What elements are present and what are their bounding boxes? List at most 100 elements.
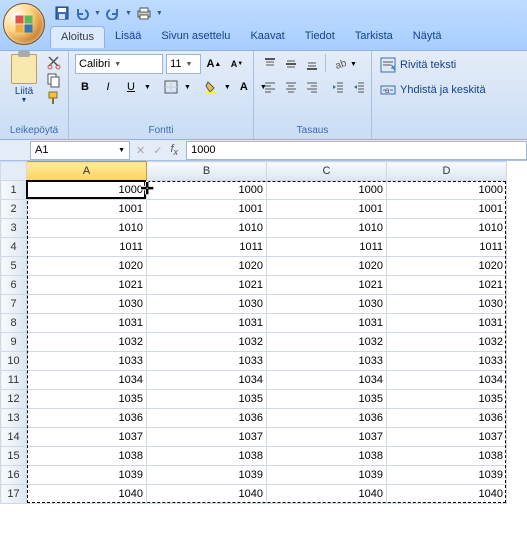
orientation-dropdown-icon[interactable]: ▼ bbox=[350, 61, 357, 68]
align-right-button[interactable] bbox=[302, 77, 322, 97]
cell-C15[interactable]: 1038 bbox=[267, 447, 387, 466]
column-header-D[interactable]: D bbox=[387, 162, 507, 181]
underline-dropdown-icon[interactable]: ▼ bbox=[144, 84, 151, 91]
cell-A1[interactable]: 1000 bbox=[27, 181, 147, 200]
grow-font-button[interactable]: A▲ bbox=[204, 54, 224, 74]
column-header-C[interactable]: C bbox=[267, 162, 387, 181]
cell-B15[interactable]: 1038 bbox=[147, 447, 267, 466]
cell-D4[interactable]: 1011 bbox=[387, 238, 507, 257]
cell-A16[interactable]: 1039 bbox=[27, 466, 147, 485]
font-name-combo[interactable]: Calibri▼ bbox=[75, 54, 163, 74]
column-header-B[interactable]: B bbox=[147, 162, 267, 181]
tab-lisaa[interactable]: Lisää bbox=[105, 26, 151, 48]
fx-button[interactable]: fx bbox=[170, 143, 178, 157]
save-icon[interactable] bbox=[54, 5, 70, 21]
cell-C8[interactable]: 1031 bbox=[267, 314, 387, 333]
cell-A10[interactable]: 1033 bbox=[27, 352, 147, 371]
cell-D5[interactable]: 1020 bbox=[387, 257, 507, 276]
cell-C16[interactable]: 1039 bbox=[267, 466, 387, 485]
paste-button[interactable]: Liitä ▼ bbox=[6, 54, 42, 124]
cell-B8[interactable]: 1031 bbox=[147, 314, 267, 333]
underline-button[interactable]: U bbox=[121, 77, 141, 97]
row-header-5[interactable]: 5 bbox=[1, 257, 27, 276]
fill-color-button[interactable] bbox=[201, 77, 221, 97]
cell-C10[interactable]: 1033 bbox=[267, 352, 387, 371]
shrink-font-button[interactable]: A▼ bbox=[227, 54, 247, 74]
decrease-indent-button[interactable] bbox=[328, 77, 348, 97]
cell-B6[interactable]: 1021 bbox=[147, 276, 267, 295]
cell-D1[interactable]: 1000 bbox=[387, 181, 507, 200]
align-bottom-button[interactable] bbox=[302, 54, 322, 74]
office-button[interactable] bbox=[3, 3, 45, 45]
cell-D2[interactable]: 1001 bbox=[387, 200, 507, 219]
row-header-11[interactable]: 11 bbox=[1, 371, 27, 390]
align-center-button[interactable] bbox=[281, 77, 301, 97]
tab-kaavat[interactable]: Kaavat bbox=[240, 26, 294, 48]
cell-C1[interactable]: 1000 bbox=[267, 181, 387, 200]
redo-dropdown-icon[interactable]: ▼ bbox=[125, 10, 132, 17]
increase-indent-button[interactable] bbox=[349, 77, 369, 97]
cell-A2[interactable]: 1001 bbox=[27, 200, 147, 219]
cell-D7[interactable]: 1030 bbox=[387, 295, 507, 314]
worksheet-grid[interactable]: A B C D 11000100010001000210011001100110… bbox=[0, 161, 527, 504]
cell-A17[interactable]: 1040 bbox=[27, 485, 147, 504]
cell-C12[interactable]: 1035 bbox=[267, 390, 387, 409]
wrap-text-button[interactable]: Rivitä teksti bbox=[380, 54, 486, 76]
cell-B2[interactable]: 1001 bbox=[147, 200, 267, 219]
cell-B7[interactable]: 1030 bbox=[147, 295, 267, 314]
cell-A13[interactable]: 1036 bbox=[27, 409, 147, 428]
cell-A3[interactable]: 1010 bbox=[27, 219, 147, 238]
cell-B10[interactable]: 1033 bbox=[147, 352, 267, 371]
cell-C6[interactable]: 1021 bbox=[267, 276, 387, 295]
cell-C13[interactable]: 1036 bbox=[267, 409, 387, 428]
cell-C11[interactable]: 1034 bbox=[267, 371, 387, 390]
italic-button[interactable]: I bbox=[98, 77, 118, 97]
cell-D13[interactable]: 1036 bbox=[387, 409, 507, 428]
cell-A4[interactable]: 1011 bbox=[27, 238, 147, 257]
row-header-1[interactable]: 1 bbox=[1, 181, 27, 200]
cell-A14[interactable]: 1037 bbox=[27, 428, 147, 447]
row-header-8[interactable]: 8 bbox=[1, 314, 27, 333]
row-header-10[interactable]: 10 bbox=[1, 352, 27, 371]
cell-B13[interactable]: 1036 bbox=[147, 409, 267, 428]
cell-C4[interactable]: 1011 bbox=[267, 238, 387, 257]
select-all-corner[interactable] bbox=[1, 162, 27, 181]
column-header-A[interactable]: A bbox=[27, 162, 147, 181]
cell-B3[interactable]: 1010 bbox=[147, 219, 267, 238]
redo-icon[interactable] bbox=[105, 5, 121, 21]
cell-B5[interactable]: 1020 bbox=[147, 257, 267, 276]
quickprint-icon[interactable] bbox=[136, 5, 152, 21]
bold-button[interactable]: B bbox=[75, 77, 95, 97]
cell-A6[interactable]: 1021 bbox=[27, 276, 147, 295]
row-header-9[interactable]: 9 bbox=[1, 333, 27, 352]
cell-B16[interactable]: 1039 bbox=[147, 466, 267, 485]
format-painter-icon[interactable] bbox=[46, 90, 62, 106]
row-header-2[interactable]: 2 bbox=[1, 200, 27, 219]
cell-C9[interactable]: 1032 bbox=[267, 333, 387, 352]
cell-B14[interactable]: 1037 bbox=[147, 428, 267, 447]
cell-A5[interactable]: 1020 bbox=[27, 257, 147, 276]
fill-dropdown-icon[interactable]: ▼ bbox=[224, 84, 231, 91]
cut-icon[interactable] bbox=[46, 54, 62, 70]
tab-tiedot[interactable]: Tiedot bbox=[295, 26, 345, 48]
cancel-icon[interactable]: ✕ bbox=[136, 144, 145, 157]
align-left-button[interactable] bbox=[260, 77, 280, 97]
row-header-17[interactable]: 17 bbox=[1, 485, 27, 504]
cell-A9[interactable]: 1032 bbox=[27, 333, 147, 352]
cell-D12[interactable]: 1035 bbox=[387, 390, 507, 409]
undo-dropdown-icon[interactable]: ▼ bbox=[94, 10, 101, 17]
font-color-button[interactable]: A bbox=[234, 77, 254, 97]
borders-dropdown-icon[interactable]: ▼ bbox=[184, 84, 191, 91]
row-header-13[interactable]: 13 bbox=[1, 409, 27, 428]
qat-customize-icon[interactable]: ▼ bbox=[156, 10, 163, 17]
cell-A11[interactable]: 1034 bbox=[27, 371, 147, 390]
tab-nayta[interactable]: Näytä bbox=[403, 26, 452, 48]
tab-aloitus[interactable]: Aloitus bbox=[50, 26, 105, 48]
tab-tarkista[interactable]: Tarkista bbox=[345, 26, 403, 48]
tab-sivun-asettelu[interactable]: Sivun asettelu bbox=[151, 26, 240, 48]
cell-B1[interactable]: 1000 bbox=[147, 181, 267, 200]
merge-center-button[interactable]: a Yhdistä ja keskitä bbox=[380, 79, 486, 101]
undo-icon[interactable] bbox=[74, 5, 90, 21]
row-header-16[interactable]: 16 bbox=[1, 466, 27, 485]
row-header-12[interactable]: 12 bbox=[1, 390, 27, 409]
